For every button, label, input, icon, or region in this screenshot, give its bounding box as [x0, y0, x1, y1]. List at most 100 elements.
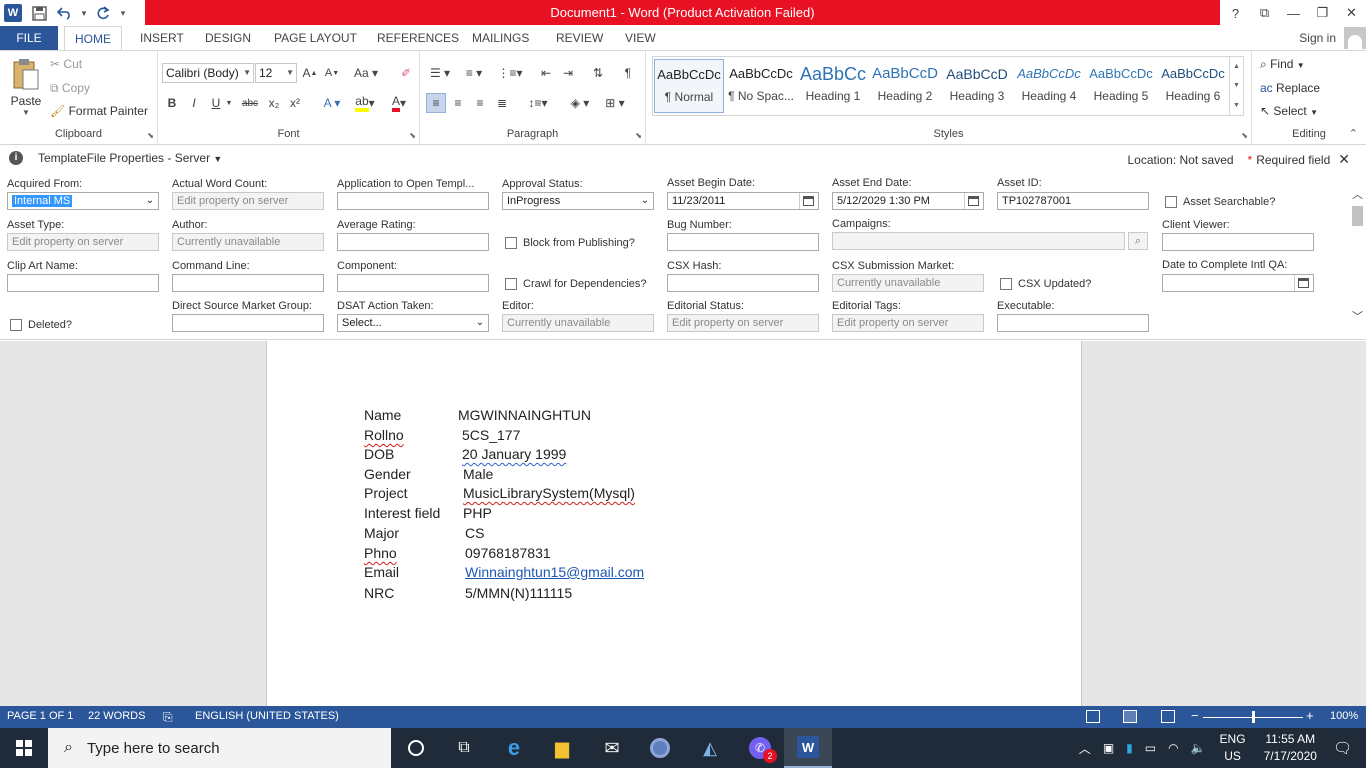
numbering-icon[interactable]: ≡ ▾: [460, 63, 488, 83]
input-language[interactable]: ENG US: [1220, 731, 1246, 765]
executable-field[interactable]: [997, 314, 1149, 332]
italic-button[interactable]: I: [184, 93, 204, 113]
edge-icon[interactable]: e: [490, 728, 538, 768]
approval-status-select[interactable]: InProgress ⌄: [502, 192, 654, 210]
chevron-up-icon[interactable]: ︿: [1349, 186, 1366, 201]
word-app-icon[interactable]: W: [0, 0, 26, 26]
calendar-icon[interactable]: [964, 193, 982, 209]
chrome-icon[interactable]: [636, 728, 684, 768]
styles-launcher-icon[interactable]: ⬊: [1241, 131, 1248, 140]
asset-end-date-field[interactable]: 5/12/2029 1:30 PM: [832, 192, 984, 210]
checkbox-box[interactable]: [505, 278, 517, 290]
chevron-down-icon[interactable]: ﹀: [1349, 308, 1366, 323]
bug-number-field[interactable]: [667, 233, 819, 251]
cortana-icon[interactable]: [392, 728, 440, 768]
read-mode-icon[interactable]: [1086, 710, 1100, 723]
paste-dropdown-icon[interactable]: ▼: [6, 108, 46, 117]
web-layout-icon[interactable]: [1161, 710, 1175, 723]
customize-qat-icon[interactable]: ▾: [116, 0, 130, 26]
help-icon[interactable]: ?: [1221, 0, 1250, 26]
browse-campaigns-icon[interactable]: ⌕: [1128, 232, 1148, 250]
doc-value-rollno[interactable]: 5CS_177: [462, 427, 520, 443]
zoom-in-icon[interactable]: +: [1306, 708, 1314, 723]
style-heading-4[interactable]: AaBbCcDc Heading 4: [1014, 59, 1084, 113]
csx-hash-field[interactable]: [667, 274, 819, 292]
tab-insert[interactable]: INSERT: [130, 26, 194, 50]
superscript-button[interactable]: x²: [285, 93, 305, 113]
viber-icon[interactable]: ✆ 2: [736, 728, 784, 768]
notifications-icon[interactable]: 🗨: [1333, 739, 1352, 757]
font-size-box[interactable]: 12 ▼: [255, 63, 297, 83]
doc-label-nrc[interactable]: NRC: [364, 585, 394, 601]
more-styles-icon[interactable]: ▼: [1233, 102, 1240, 109]
chevron-down-icon[interactable]: ⌄: [473, 316, 487, 330]
multilevel-list-icon[interactable]: ⋮≡▾: [496, 63, 524, 83]
text-effects-icon[interactable]: A ▾: [318, 93, 346, 113]
bullets-icon[interactable]: ☰ ▾: [426, 63, 454, 83]
task-view-icon[interactable]: ⧉: [440, 728, 488, 768]
underline-button[interactable]: U: [206, 93, 226, 113]
clip-art-name-field[interactable]: [7, 274, 159, 292]
increase-indent-icon[interactable]: ⇥: [558, 63, 578, 83]
format-painter-button[interactable]: 🖌 Format Painter: [50, 104, 148, 118]
copy-button[interactable]: ⧉ Copy: [50, 81, 90, 96]
style-heading-2[interactable]: AaBbCcD Heading 2: [870, 59, 940, 113]
doc-label-rollno[interactable]: Rollno: [364, 427, 404, 443]
sort-icon[interactable]: ⇅: [588, 63, 608, 83]
shading-icon[interactable]: ◈ ▾: [566, 93, 594, 113]
doc-label-email[interactable]: Email: [364, 564, 399, 580]
print-layout-icon[interactable]: [1123, 710, 1137, 723]
clock[interactable]: 11:55 AM 7/17/2020: [1264, 731, 1317, 765]
deleted-checkbox[interactable]: Deleted?: [10, 319, 72, 331]
redo-icon[interactable]: [90, 0, 116, 26]
ribbon-display-options-icon[interactable]: ⧉: [1250, 0, 1279, 26]
dsat-action-taken-select[interactable]: Select... ⌄: [337, 314, 489, 332]
page-count[interactable]: PAGE 1 OF 1: [7, 710, 73, 722]
doc-value-gender[interactable]: Male: [463, 466, 493, 482]
subscript-button[interactable]: x₂: [264, 93, 284, 113]
zoom-out-icon[interactable]: −: [1191, 708, 1199, 723]
align-right-icon[interactable]: ≡: [470, 93, 490, 113]
checkbox-box[interactable]: [505, 237, 517, 249]
zoom-slider-thumb[interactable]: [1252, 711, 1255, 723]
checkbox-box[interactable]: [1165, 196, 1177, 208]
decrease-indent-icon[interactable]: ⇤: [536, 63, 556, 83]
properties-panel-title[interactable]: TemplateFile Properties - Server ▼: [38, 151, 222, 165]
doc-label-major[interactable]: Major: [364, 525, 399, 541]
style-heading-1[interactable]: AaBbCc Heading 1: [798, 59, 868, 113]
undo-icon[interactable]: [52, 0, 78, 26]
close-icon[interactable]: ✕: [1337, 0, 1366, 26]
application-to-open-field[interactable]: [337, 192, 489, 210]
bold-button[interactable]: B: [162, 93, 182, 113]
acquired-from-select[interactable]: Internal MS ⌄: [7, 192, 159, 210]
client-viewer-field[interactable]: [1162, 233, 1314, 251]
battery-icon[interactable]: ▭: [1145, 741, 1156, 755]
properties-scrollbar[interactable]: ︿ ﹀: [1349, 182, 1366, 328]
search-placeholder[interactable]: Type here to search: [87, 740, 220, 757]
tab-page-layout[interactable]: PAGE LAYOUT: [264, 26, 367, 50]
grow-font-icon[interactable]: A ▲: [300, 63, 320, 83]
dob-text[interactable]: 20 January 1999: [462, 446, 566, 462]
crawl-dependencies-checkbox[interactable]: Crawl for Dependencies?: [505, 278, 647, 290]
font-color-icon[interactable]: A ▾: [384, 93, 414, 113]
sign-in[interactable]: Sign in: [1299, 26, 1366, 50]
doc-label-name[interactable]: Name: [364, 407, 401, 423]
styles-gallery-scroll[interactable]: ▲ ▼ ▼: [1229, 57, 1243, 115]
network-app-icon[interactable]: ▣: [1103, 741, 1114, 755]
doc-value-project[interactable]: MusicLibrarySystem(Mysql): [463, 485, 635, 501]
align-left-icon[interactable]: ≡: [426, 93, 446, 113]
close-panel-icon[interactable]: ✕: [1338, 151, 1350, 168]
change-case-icon[interactable]: Aa ▾: [351, 63, 381, 83]
minimize-icon[interactable]: —: [1279, 0, 1308, 26]
csx-updated-checkbox[interactable]: CSX Updated?: [1000, 278, 1091, 290]
doc-value-dob[interactable]: 20 January 1999: [462, 446, 566, 462]
mail-icon[interactable]: ✉: [588, 728, 636, 768]
average-rating-field[interactable]: [337, 233, 489, 251]
style-heading-3[interactable]: AaBbCcD Heading 3: [942, 59, 1012, 113]
tab-design[interactable]: DESIGN: [195, 26, 261, 50]
paragraph-launcher-icon[interactable]: ⬊: [635, 131, 642, 140]
doc-label-dob[interactable]: DOB: [364, 446, 394, 462]
doc-value-name[interactable]: MGWINNAINGHTUN: [458, 407, 591, 423]
paste-button[interactable]: Paste ▼: [6, 57, 46, 121]
doc-value-major[interactable]: CS: [465, 525, 484, 541]
